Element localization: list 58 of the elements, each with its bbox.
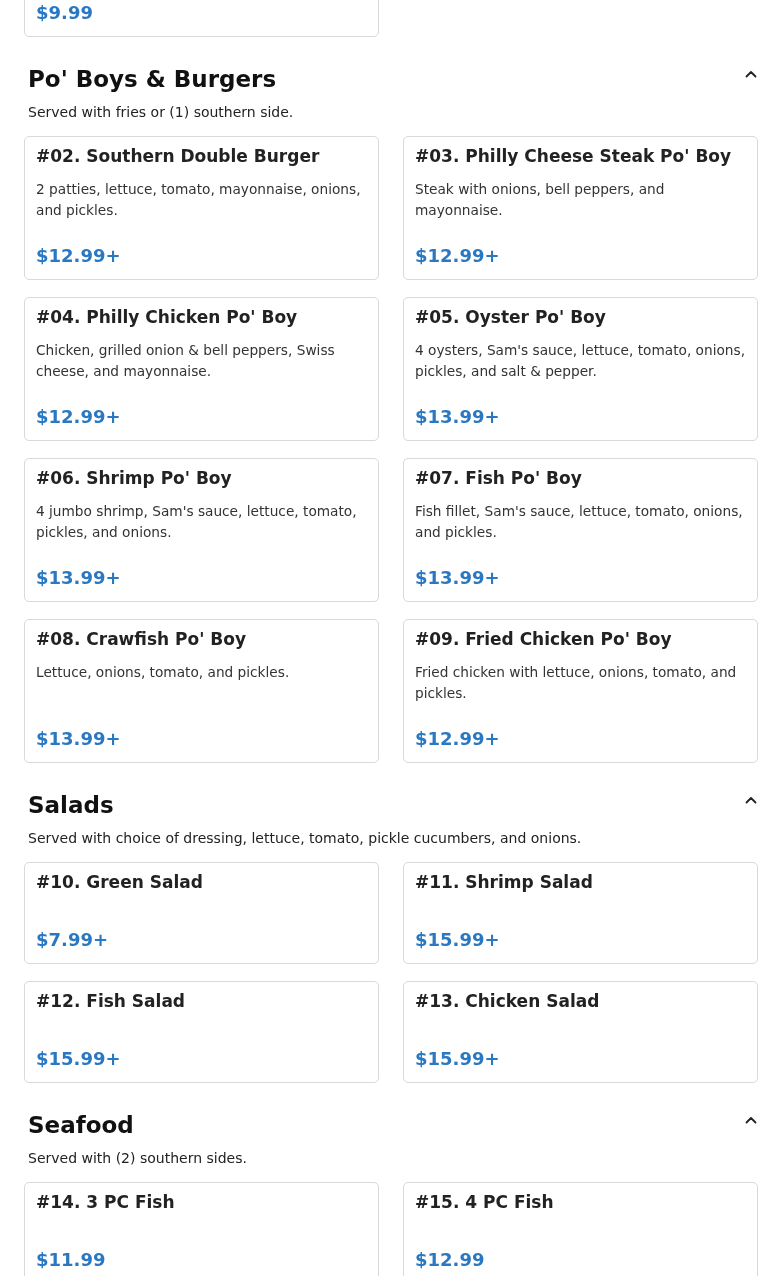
item-description: 2 patties, lettuce, tomato, mayonnaise, onions, and pickles.: [36, 180, 362, 220]
item-name: #08. Crawfish Po' Boy: [36, 628, 248, 651]
item-description: 4 jumbo shrimp, Sam's sauce, lettuce, tomato, pickles, and onions.: [36, 502, 358, 542]
item-name: #03. Philly Cheese Steak Po' Boy: [415, 145, 733, 168]
item-description: Steak with onions, bell peppers, and mayonnaise.: [415, 180, 666, 220]
item-name: #14. 3 PC Fish: [36, 1191, 176, 1214]
item-price: $12.99+: [415, 727, 501, 751]
menu-item-card[interactable]: #10. Green Salad $7.99+: [24, 862, 379, 964]
item-price: $13.99+: [415, 405, 501, 429]
item-price: $15.99+: [415, 928, 501, 952]
section-subtitle: Served with (2) southern sides.: [27, 1149, 248, 1168]
item-price: $12.99+: [415, 244, 501, 268]
menu-item-card[interactable]: #05. Oyster Po' Boy 4 oysters, Sam's sauce, lettuce, tomato, onions, pickles, and salt & pepper. $13.99+: [403, 297, 758, 441]
section-subtitle: Served with fries or (1) southern side.: [27, 103, 295, 122]
item-price: $13.99+: [36, 727, 122, 751]
menu-item-card[interactable]: #07. Fish Po' Boy Fish fillet, Sam's sauce, lettuce, tomato, onions, and pickles. $13.99+: [403, 458, 758, 602]
item-name: #04. Philly Chicken Po' Boy: [36, 306, 299, 329]
item-price: $13.99+: [36, 566, 122, 590]
item-name: #15. 4 PC Fish: [415, 1191, 555, 1214]
item-name: #06. Shrimp Po' Boy: [36, 467, 233, 490]
item-description: Lettuce, onions, tomato, and pickles.: [36, 663, 291, 682]
item-name: #12. Fish Salad: [36, 990, 187, 1013]
item-description: Fish fillet, Sam's sauce, lettuce, tomato, onions, and pickles.: [415, 502, 744, 542]
menu-item-card[interactable]: #11. Shrimp Salad $15.99+: [403, 862, 758, 964]
item-price: $12.99+: [36, 405, 122, 429]
menu-item-card[interactable]: #14. 3 PC Fish $11.99: [24, 1182, 379, 1276]
item-price: $11.99: [36, 1248, 107, 1272]
item-name: #07. Fish Po' Boy: [415, 467, 583, 490]
menu-item-card[interactable]: #13. Chicken Salad $15.99+: [403, 981, 758, 1083]
section-title: Seafood: [28, 1111, 134, 1139]
item-price: $12.99: [415, 1248, 486, 1272]
menu-item-card[interactable]: $9.99: [24, 0, 379, 37]
item-price: $15.99+: [36, 1047, 122, 1071]
menu-item-card[interactable]: #08. Crawfish Po' Boy Lettuce, onions, tomato, and pickles. $13.99+: [24, 619, 379, 763]
item-price: $9.99: [36, 1, 94, 25]
item-name: #10. Green Salad: [36, 871, 204, 894]
item-name: #11. Shrimp Salad: [415, 871, 594, 894]
item-price: $7.99+: [36, 928, 110, 952]
section-title: Po' Boys & Burgers: [28, 65, 277, 93]
item-name: #02. Southern Double Burger: [36, 145, 321, 168]
section-subtitle: Served with choice of dressing, lettuce, tomato, pickle cucumbers, and onions.: [27, 829, 583, 848]
menu-item-card[interactable]: #04. Philly Chicken Po' Boy Chicken, grilled onion & bell peppers, Swiss cheese, and mayonnaise. $12.99+: [24, 297, 379, 441]
item-price: $15.99+: [415, 1047, 501, 1071]
menu-item-card[interactable]: #15. 4 PC Fish $12.99: [403, 1182, 758, 1276]
item-description: Chicken, grilled onion & bell peppers, Swiss cheese, and mayonnaise.: [36, 341, 336, 381]
item-name: #13. Chicken Salad: [415, 990, 601, 1013]
menu-item-card[interactable]: #12. Fish Salad $15.99+: [24, 981, 379, 1083]
item-name: #05. Oyster Po' Boy: [415, 306, 607, 329]
menu-item-card[interactable]: #02. Southern Double Burger 2 patties, lettuce, tomato, mayonnaise, onions, and pickles. $12.99+: [24, 136, 379, 280]
section-title: Salads: [28, 791, 114, 819]
menu-item-card[interactable]: #03. Philly Cheese Steak Po' Boy Steak with onions, bell peppers, and mayonnaise. $12.99+: [403, 136, 758, 280]
menu-item-card[interactable]: #06. Shrimp Po' Boy 4 jumbo shrimp, Sam's sauce, lettuce, tomato, pickles, and onions. $13.99+: [24, 458, 379, 602]
item-price: $13.99+: [415, 566, 501, 590]
item-price: $12.99+: [36, 244, 122, 268]
menu-item-card[interactable]: #09. Fried Chicken Po' Boy Fried chicken with lettuce, onions, tomato, and pickles. $12.99+: [403, 619, 758, 763]
item-description: 4 oysters, Sam's sauce, lettuce, tomato, onions, pickles, and salt & pepper.: [415, 341, 746, 381]
item-name: #09. Fried Chicken Po' Boy: [415, 628, 673, 651]
item-description: Fried chicken with lettuce, onions, tomato, and pickles.: [415, 663, 738, 703]
